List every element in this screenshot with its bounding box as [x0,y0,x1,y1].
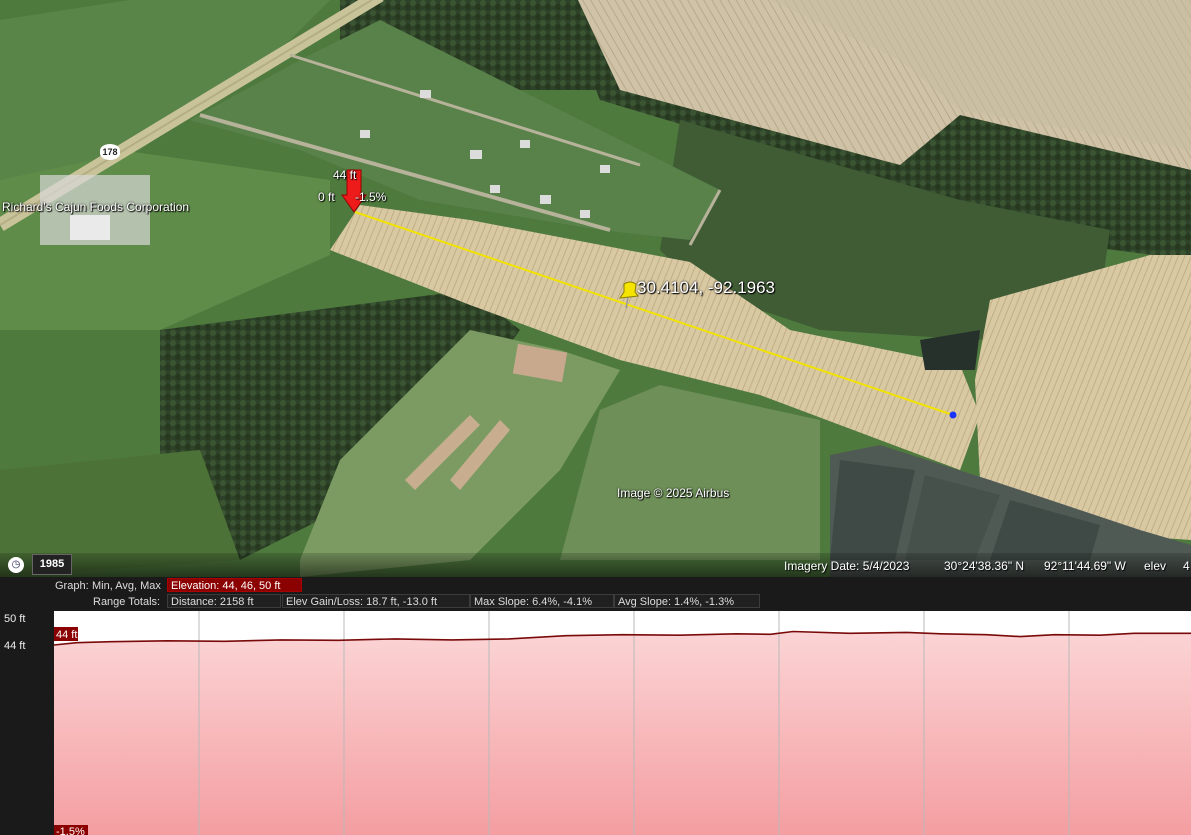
status-bar: Imagery Date: 5/4/2023 30°24'38.36" N 92… [0,553,1191,577]
place-label[interactable]: Richard's Cajun Foods Corporation [2,200,189,214]
avg-slope-stat[interactable]: Avg Slope: 1.4%, -1.3% [614,594,760,608]
pointer-elevation-value: 44 ft [56,629,77,641]
distance-stat[interactable]: Distance: 2158 ft [167,594,281,608]
elevation-profile-panel[interactable]: Graph: Min, Avg, Max Elevation: 44, 46, … [0,577,1191,835]
pushpin-coordinate-label[interactable]: 30.4104, -92.1963 [637,278,775,298]
elevation-readout-value: 4 [1183,559,1190,573]
imagery-copyright: Image © 2025 Airbus [617,486,730,500]
map-view[interactable]: Richard's Cajun Foods Corporation 178 44… [0,0,1191,577]
marker-slope-label: -1.5% [355,190,387,204]
marker-left-label: 0 ft [318,190,335,204]
satellite-imagery[interactable] [0,0,1191,577]
marker-elevation-label: 44 ft [333,168,357,182]
graph-label: Graph: [55,580,89,592]
max-slope-stat[interactable]: Max Slope: 6.4%, -4.1% [470,594,614,608]
elev-gain-loss-stat[interactable]: Elev Gain/Loss: 18.7 ft, -13.0 ft [282,594,470,608]
range-totals-label: Range Totals: [93,596,161,608]
latitude-readout: 30°24'38.36" N [944,559,1025,573]
imagery-date: Imagery Date: 5/4/2023 [784,559,910,573]
path-end-point [949,411,957,419]
elevation-readout-label: elev [1144,559,1167,573]
clock-icon[interactable]: ◷ [8,557,24,573]
longitude-readout: 92°11'44.69" W [1044,559,1126,573]
graph-options[interactable]: Min, Avg, Max [92,580,161,592]
elevation-chart[interactable]: 50 ft 44 ft 44 ft -1.5% [0,611,1191,835]
y-axis-min-label: 44 ft [4,640,25,652]
y-axis-max-label: 50 ft [4,613,25,625]
elevation-stat[interactable]: Elevation: 44, 46, 50 ft [167,578,302,592]
route-shield-icon: 178 [100,144,120,160]
pointer-slope-value: -1.5% [56,826,85,835]
historical-imagery-year[interactable]: 1985 [32,554,72,575]
elevation-area [54,631,1191,835]
